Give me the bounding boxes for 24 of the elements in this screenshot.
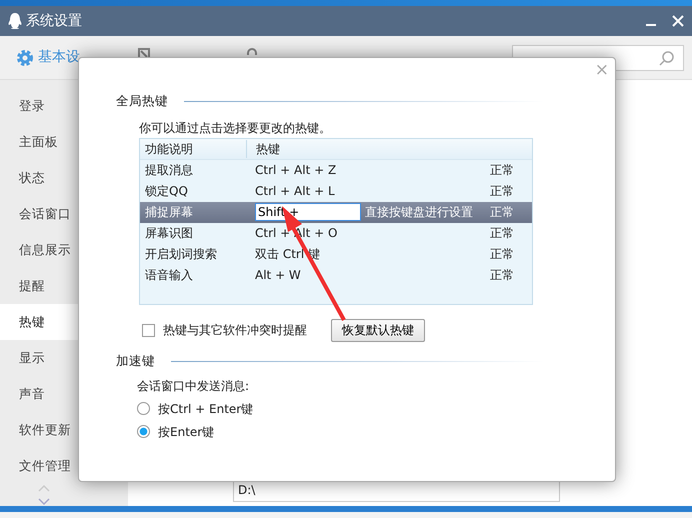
radio-label: 按Enter键 bbox=[158, 424, 214, 440]
table-cell-text: 正常 bbox=[490, 162, 515, 180]
table-cell-text: 屏幕识图 bbox=[144, 225, 194, 242]
table-cell-text: Ctrl + Alt + Z bbox=[255, 162, 336, 180]
table-cell-text: 锁定QQ bbox=[144, 183, 189, 200]
table-cell-text: 正常 bbox=[490, 246, 515, 264]
table-cell-text: Ctrl + Alt + L bbox=[255, 183, 335, 200]
window-title: 系统设置 bbox=[26, 12, 82, 30]
table-cell-text: 正常 bbox=[490, 183, 515, 200]
prompt-text: 会话窗口中发送消息: bbox=[137, 378, 250, 394]
column-header: 功能说明 bbox=[144, 140, 194, 158]
table-cell-text: 正常 bbox=[490, 204, 515, 222]
table-cell-text: 捕捉屏幕 bbox=[144, 204, 194, 222]
table-cell-text: 语音输入 bbox=[144, 267, 194, 284]
radio-label: 按Ctrl + Enter键 bbox=[158, 400, 254, 418]
table-cell-text: 提取消息 bbox=[144, 162, 194, 180]
hint-text: 你可以通过点击选择要更改的热键。 bbox=[139, 120, 331, 137]
checkbox-label: 热键与其它软件冲突时提醒 bbox=[163, 322, 307, 340]
table-cell-text: 正常 bbox=[490, 267, 515, 284]
table-cell-text: 开启划词搜索 bbox=[144, 246, 218, 264]
table-cell-text: 直接按键盘进行设置 bbox=[365, 204, 473, 222]
table-cell-text: Alt + W bbox=[255, 267, 301, 284]
column-header: 热键 bbox=[246, 140, 532, 158]
table-cell-text: 正常 bbox=[490, 225, 515, 242]
